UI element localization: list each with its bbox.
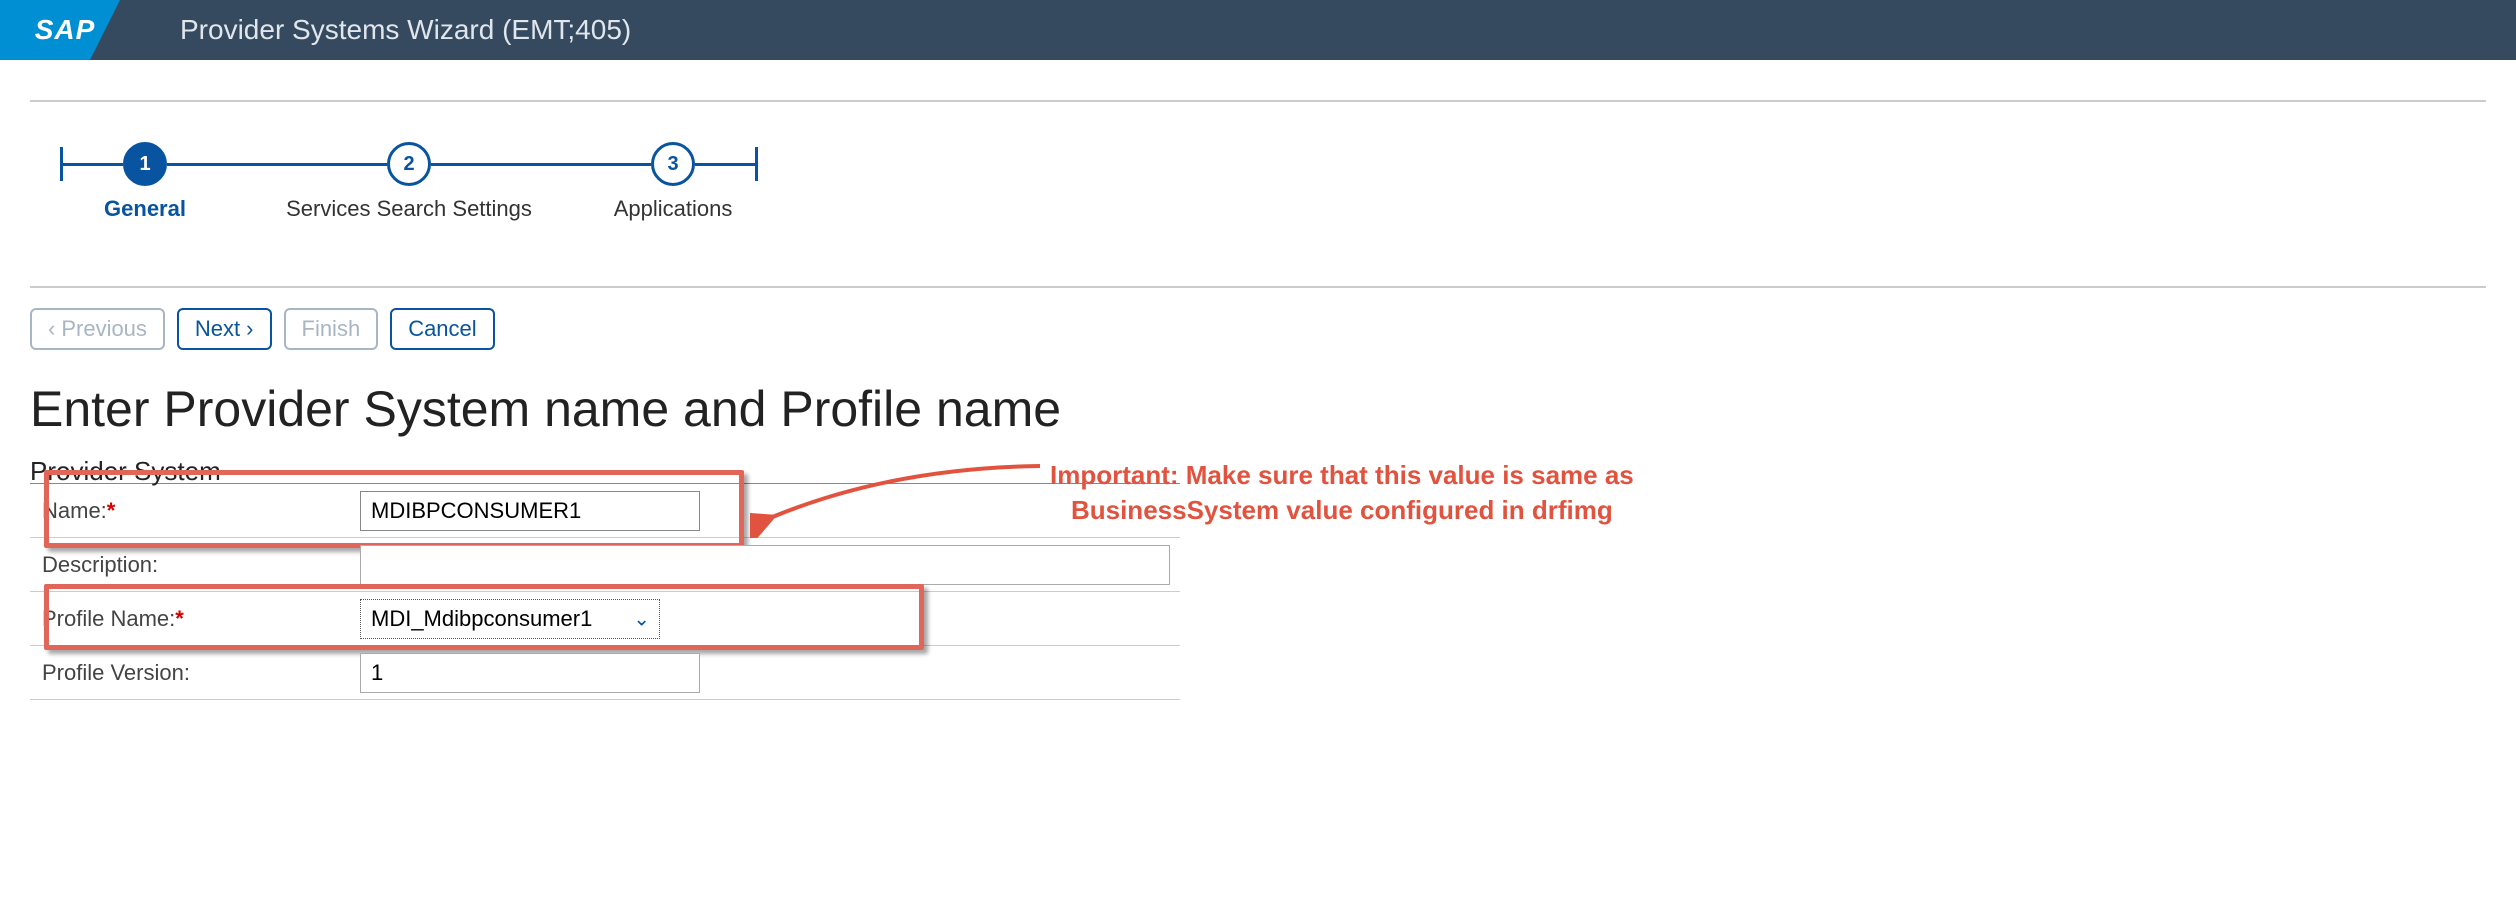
header-title: Provider Systems Wizard (EMT;405) (180, 14, 631, 46)
wizard-end-cap (755, 147, 758, 181)
previous-button: ‹ Previous (30, 308, 165, 350)
annotation-arrow-icon (750, 448, 1050, 538)
cancel-button[interactable]: Cancel (390, 308, 494, 350)
row-profile-name: Profile Name:* ⌄ (30, 592, 1180, 646)
description-input[interactable] (360, 545, 1170, 585)
name-input[interactable] (360, 491, 700, 531)
top-divider (30, 100, 2486, 102)
profile-name-label: Profile Name:* (30, 606, 360, 632)
wizard-step-circle: 1 (123, 142, 167, 186)
profile-name-select[interactable] (360, 599, 660, 639)
finish-button: Finish (284, 308, 379, 350)
row-profile-version: Profile Version: (30, 646, 1180, 700)
wizard-step-2[interactable]: 2 Services Search Settings (387, 142, 431, 186)
row-description: Description: (30, 538, 1180, 592)
next-button[interactable]: Next › (177, 308, 272, 350)
description-label: Description: (30, 552, 360, 578)
wizard-step-1[interactable]: 1 General (123, 142, 167, 186)
wizard-connector (695, 163, 755, 166)
name-label: Name:* (30, 498, 360, 524)
profile-version-label: Profile Version: (30, 660, 360, 686)
wizard-step-label: Services Search Settings (286, 196, 532, 222)
page-title: Enter Provider System name and Profile n… (30, 380, 2486, 438)
wizard-step-circle: 3 (651, 142, 695, 186)
wizard-connector (167, 163, 387, 166)
wizard-stepper: 1 General 2 Services Search Settings 3 A… (30, 142, 2486, 186)
button-row: ‹ Previous Next › Finish Cancel (30, 308, 2486, 350)
sap-logo: SAP (0, 0, 120, 60)
profile-name-select-wrap: ⌄ (360, 599, 660, 639)
wizard-step-label: Applications (614, 196, 733, 222)
header-bar: SAP Provider Systems Wizard (EMT;405) (0, 0, 2516, 60)
profile-version-input[interactable] (360, 653, 700, 693)
wizard-step-circle: 2 (387, 142, 431, 186)
wizard-step-label: General (104, 196, 186, 222)
wizard-connector (63, 163, 123, 166)
wizard-step-3[interactable]: 3 Applications (651, 142, 695, 186)
chevron-left-icon: ‹ (48, 318, 55, 340)
annotation-text: Important: Make sure that this value is … (1050, 458, 1634, 528)
required-icon: * (107, 498, 116, 523)
provider-system-form: Important: Make sure that this value is … (30, 483, 1180, 700)
required-icon: * (175, 606, 184, 631)
chevron-right-icon: › (246, 318, 253, 340)
wizard-connector (431, 163, 651, 166)
annotation-wrap: Important: Make sure that this value is … (750, 448, 1950, 538)
row-name: Important: Make sure that this value is … (30, 484, 1180, 538)
